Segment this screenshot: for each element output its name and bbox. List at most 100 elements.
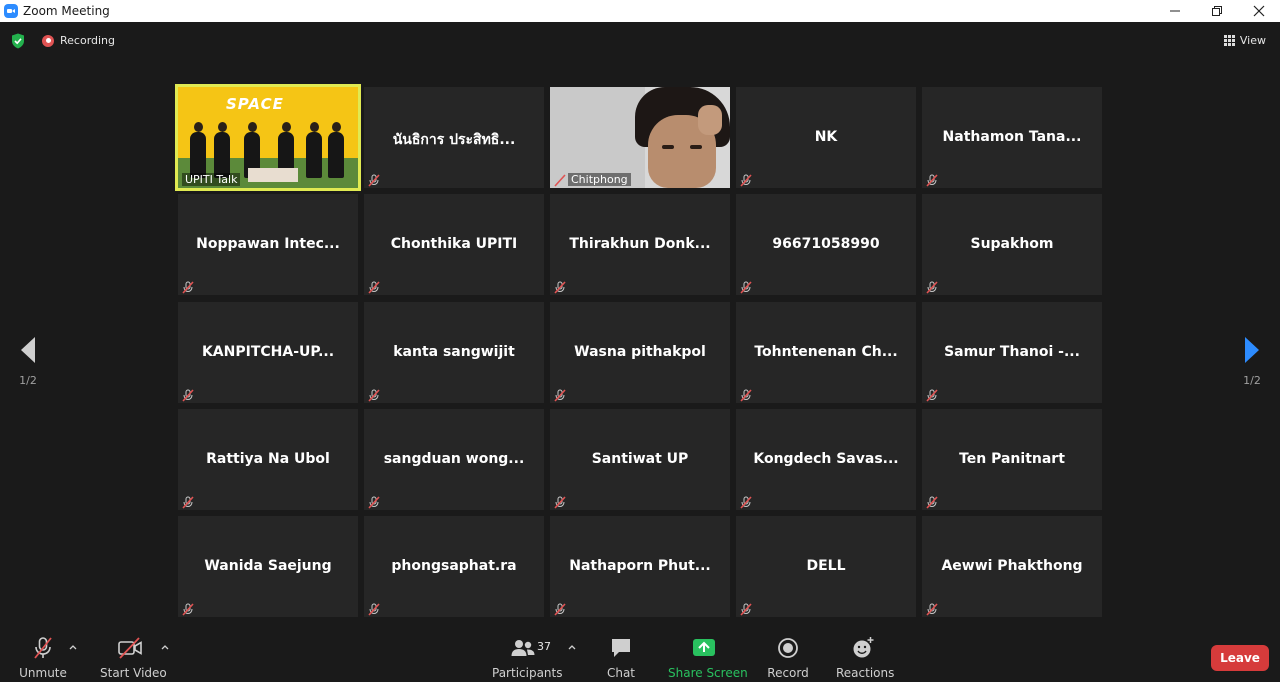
participants-label: Participants bbox=[492, 666, 563, 680]
chat-label: Chat bbox=[606, 666, 636, 680]
participant-name: phongsaphat.ra bbox=[391, 558, 517, 574]
audio-options-caret-icon[interactable] bbox=[69, 644, 77, 650]
recording-indicator[interactable]: Recording bbox=[42, 34, 115, 47]
muted-mic-icon bbox=[739, 601, 753, 616]
participant-name: Noppawan Intec... bbox=[196, 236, 340, 252]
participant-name: Santiwat UP bbox=[591, 451, 689, 467]
muted-mic-icon bbox=[181, 279, 195, 294]
muted-mic-icon bbox=[739, 387, 753, 402]
stage-logo: SPACE bbox=[226, 95, 284, 113]
muted-mic-icon bbox=[181, 601, 195, 616]
participant-name: UPITI Talk bbox=[182, 173, 241, 186]
participant-tile[interactable]: kanta sangwijit bbox=[364, 302, 544, 403]
participant-name: Thirakhun Donk... bbox=[569, 236, 711, 252]
muted-mic-icon bbox=[925, 279, 939, 294]
participant-name: Rattiya Na Ubol bbox=[206, 451, 330, 467]
close-button[interactable] bbox=[1238, 0, 1280, 22]
video-off-icon bbox=[118, 637, 142, 659]
window-controls bbox=[1154, 0, 1280, 22]
participant-tile[interactable]: Tohntenenan Ch... bbox=[736, 302, 916, 403]
participant-name: Ten Panitnart bbox=[959, 451, 1065, 467]
chat-bubble-icon bbox=[612, 639, 630, 657]
recording-dot-icon bbox=[42, 34, 54, 47]
muted-mic-icon bbox=[181, 387, 195, 402]
participants-count: 37 bbox=[537, 640, 551, 653]
record-icon bbox=[778, 638, 798, 658]
participant-name: Chonthika UPITI bbox=[390, 236, 518, 252]
muted-mic-icon bbox=[739, 279, 753, 294]
arrow-left-icon bbox=[21, 337, 35, 363]
muted-mic-icon bbox=[367, 279, 381, 294]
participant-name: Chitphong bbox=[568, 173, 631, 186]
muted-mic-icon bbox=[367, 494, 381, 509]
muted-mic-icon bbox=[367, 387, 381, 402]
leave-button[interactable]: Leave bbox=[1211, 645, 1269, 671]
reactions-label: Reactions bbox=[836, 666, 895, 680]
restore-icon bbox=[1212, 6, 1222, 16]
muted-mic-icon bbox=[925, 494, 939, 509]
view-button[interactable]: View bbox=[1223, 34, 1266, 47]
participant-tile[interactable]: นันธิการ ประสิทธิ... bbox=[364, 87, 544, 188]
start-video-button[interactable]: Start Video bbox=[100, 636, 167, 680]
participant-tile[interactable]: NK bbox=[736, 87, 916, 188]
participant-name: Samur Thanoi -... bbox=[944, 344, 1080, 360]
participant-name: Nathaporn Phut... bbox=[569, 558, 711, 574]
participant-tile[interactable]: SPACE UPITI Talk bbox=[175, 84, 361, 191]
participant-tile[interactable]: DELL bbox=[736, 516, 916, 617]
participant-tile[interactable]: Aewwi Phakthong bbox=[922, 516, 1102, 617]
muted-mic-icon bbox=[925, 387, 939, 402]
video-options-caret-icon[interactable] bbox=[161, 644, 169, 650]
participant-tile[interactable]: Wasna pithakpol bbox=[550, 302, 730, 403]
participant-tile[interactable]: phongsaphat.ra bbox=[364, 516, 544, 617]
participant-name: DELL bbox=[806, 558, 846, 574]
participants-options-caret-icon[interactable] bbox=[568, 644, 576, 650]
participant-tile[interactable]: Chitphong bbox=[550, 87, 730, 188]
participant-tile[interactable]: Noppawan Intec... bbox=[178, 194, 358, 295]
previous-page-button[interactable]: 1/2 bbox=[8, 336, 48, 387]
share-screen-button[interactable]: Share Screen bbox=[668, 636, 748, 680]
unmute-button[interactable]: Unmute bbox=[18, 636, 68, 680]
close-icon bbox=[1253, 5, 1265, 17]
minimize-icon bbox=[1170, 10, 1180, 12]
restore-button[interactable] bbox=[1196, 0, 1238, 22]
participant-tile[interactable]: Nathamon Tana... bbox=[922, 87, 1102, 188]
record-label: Record bbox=[767, 666, 809, 680]
chat-button[interactable]: Chat bbox=[602, 636, 640, 680]
participant-name: Wanida Saejung bbox=[204, 558, 332, 574]
participant-tile[interactable]: KANPITCHA-UP... bbox=[178, 302, 358, 403]
participant-tile[interactable]: Thirakhun Donk... bbox=[550, 194, 730, 295]
participant-tile[interactable]: Supakhom bbox=[922, 194, 1102, 295]
smiley-reaction-icon bbox=[853, 637, 874, 658]
participant-tile[interactable]: 96671058990 bbox=[736, 194, 916, 295]
participant-tile[interactable]: Ten Panitnart bbox=[922, 409, 1102, 510]
minimize-button[interactable] bbox=[1154, 0, 1196, 22]
participant-tile[interactable]: Rattiya Na Ubol bbox=[178, 409, 358, 510]
reactions-button[interactable]: Reactions bbox=[836, 636, 895, 680]
participant-tile[interactable]: Nathaporn Phut... bbox=[550, 516, 730, 617]
participant-name: Tohntenenan Ch... bbox=[754, 344, 898, 360]
participant-tile[interactable]: Wanida Saejung bbox=[178, 516, 358, 617]
participant-name: NK bbox=[814, 129, 838, 145]
next-page-button[interactable]: 1/2 bbox=[1232, 336, 1272, 387]
participant-name: KANPITCHA-UP... bbox=[201, 344, 335, 360]
participant-tile[interactable]: Santiwat UP bbox=[550, 409, 730, 510]
muted-mic-icon bbox=[553, 279, 567, 294]
page-indicator-left: 1/2 bbox=[19, 374, 37, 387]
muted-mic-icon bbox=[553, 172, 567, 187]
participant-tile[interactable]: Samur Thanoi -... bbox=[922, 302, 1102, 403]
participant-tile[interactable]: Kongdech Savas... bbox=[736, 409, 916, 510]
record-button[interactable]: Record bbox=[766, 636, 810, 680]
muted-mic-icon bbox=[181, 494, 195, 509]
muted-mic-icon bbox=[925, 172, 939, 187]
participant-name: Kongdech Savas... bbox=[753, 451, 899, 467]
participant-tile[interactable]: Chonthika UPITI bbox=[364, 194, 544, 295]
participant-tile[interactable]: sangduan wong... bbox=[364, 409, 544, 510]
recording-label: Recording bbox=[60, 34, 116, 47]
participants-icon bbox=[511, 640, 535, 656]
muted-mic-icon bbox=[553, 387, 567, 402]
muted-mic-icon bbox=[739, 494, 753, 509]
muted-mic-icon bbox=[925, 601, 939, 616]
encryption-shield-icon[interactable] bbox=[11, 33, 25, 49]
participant-name: Wasna pithakpol bbox=[574, 344, 706, 360]
meeting-toolbar: Unmute Start Video Participants 37 Chat bbox=[0, 630, 1280, 682]
